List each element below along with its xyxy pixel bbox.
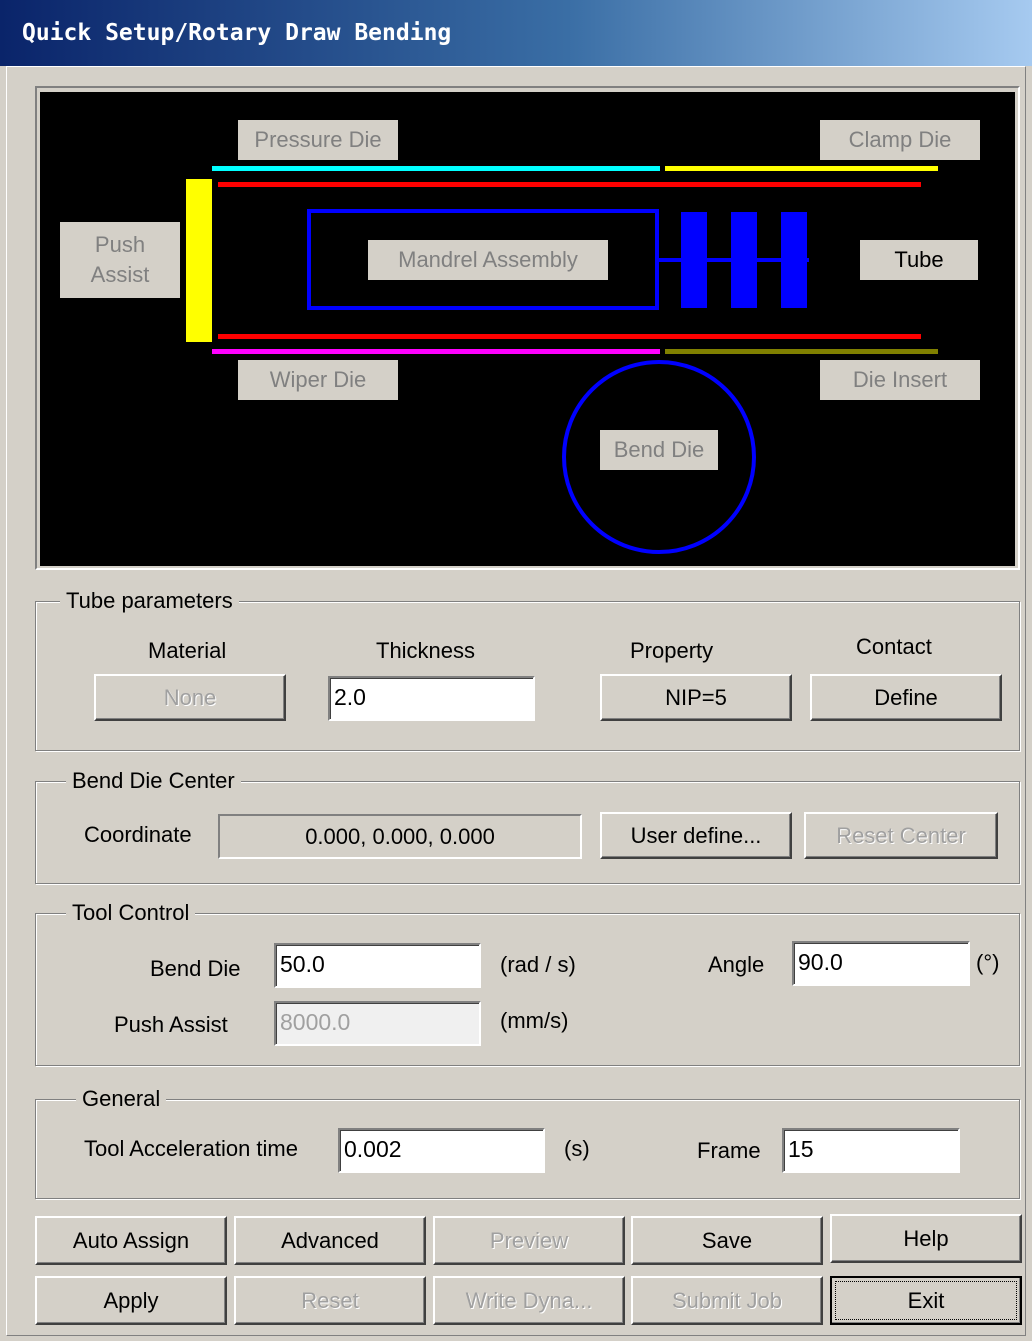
write-dyna-button[interactable]: Write Dyna... — [433, 1276, 625, 1325]
wiper-die-line — [212, 349, 660, 354]
accel-time-label: Tool Acceleration time — [84, 1136, 298, 1161]
clamp-die-line — [665, 166, 938, 171]
material-button[interactable]: None — [94, 674, 286, 721]
wiper-die-button[interactable]: Wiper Die — [238, 360, 398, 400]
title-bar[interactable]: Quick Setup/Rotary Draw Bending — [0, 0, 1032, 66]
general-legend: General — [76, 1086, 167, 1112]
angle-label: Angle — [708, 952, 765, 977]
help-button[interactable]: Help — [830, 1214, 1022, 1263]
push-assist-label: Push Assist — [90, 232, 150, 287]
die-insert-line — [665, 349, 938, 354]
preview-button[interactable]: Preview — [433, 1216, 625, 1265]
save-button[interactable]: Save — [631, 1216, 823, 1265]
angle-input[interactable]: 90.0 — [792, 941, 970, 986]
bend-die-speed-label: Bend Die — [150, 956, 241, 981]
push-assist-speed-input[interactable]: 8000.0 — [274, 1001, 481, 1046]
thickness-label: Thickness — [376, 638, 476, 663]
user-define-button[interactable]: User define... — [600, 812, 792, 859]
material-label: Material — [148, 638, 227, 663]
push-assist-block — [186, 179, 212, 342]
mandrel-ball-1 — [681, 212, 707, 308]
pressure-die-button[interactable]: Pressure Die — [238, 120, 398, 160]
bend-die-center-legend: Bend Die Center — [66, 768, 241, 794]
thickness-input[interactable]: 2.0 — [328, 676, 535, 721]
bend-die-unit: (rad / s) — [500, 952, 576, 977]
tube-bottom-line — [218, 334, 921, 339]
bend-die-speed-input[interactable]: 50.0 — [274, 943, 481, 988]
property-label: Property — [630, 638, 714, 663]
pressure-die-line — [212, 166, 660, 171]
auto-assign-button[interactable]: Auto Assign — [35, 1216, 227, 1265]
advanced-button[interactable]: Advanced — [234, 1216, 426, 1265]
push-assist-unit: (mm/s) — [500, 1008, 569, 1033]
submit-job-button[interactable]: Submit Job — [631, 1276, 823, 1325]
tube-button[interactable]: Tube — [860, 240, 978, 280]
clamp-die-button[interactable]: Clamp Die — [820, 120, 980, 160]
coordinate-readout: 0.000, 0.000, 0.000 — [218, 814, 582, 859]
tool-diagram: Pressure Die Clamp Die Push Assist Mandr… — [40, 92, 1015, 566]
exit-button[interactable]: Exit — [830, 1276, 1022, 1325]
tube-parameters-legend: Tube parameters — [60, 588, 239, 614]
bend-die-button[interactable]: Bend Die — [600, 430, 718, 470]
apply-button[interactable]: Apply — [35, 1276, 227, 1325]
window-title: Quick Setup/Rotary Draw Bending — [22, 20, 452, 46]
property-button[interactable]: NIP=5 — [600, 674, 792, 721]
tool-control-legend: Tool Control — [66, 900, 196, 926]
contact-label: Contact — [856, 634, 932, 659]
push-assist-button[interactable]: Push Assist — [60, 222, 180, 298]
accel-time-unit: (s) — [564, 1136, 590, 1161]
tube-top-line — [218, 182, 921, 187]
die-insert-button[interactable]: Die Insert — [820, 360, 980, 400]
reset-button[interactable]: Reset — [234, 1276, 426, 1325]
mandrel-ball-3 — [781, 212, 807, 308]
mandrel-ball-2 — [731, 212, 757, 308]
angle-unit: (°) — [976, 950, 1000, 975]
frame-label: Frame — [697, 1138, 761, 1163]
mandrel-assembly-button[interactable]: Mandrel Assembly — [368, 240, 608, 280]
reset-center-button[interactable]: Reset Center — [804, 812, 998, 859]
frame-input[interactable]: 15 — [782, 1128, 960, 1173]
push-assist-speed-label: Push Assist — [114, 1012, 228, 1037]
coordinate-label: Coordinate — [84, 822, 192, 847]
tool-control-group — [35, 913, 1020, 1066]
accel-time-input[interactable]: 0.002 — [338, 1128, 545, 1173]
contact-define-button[interactable]: Define — [810, 674, 1002, 721]
